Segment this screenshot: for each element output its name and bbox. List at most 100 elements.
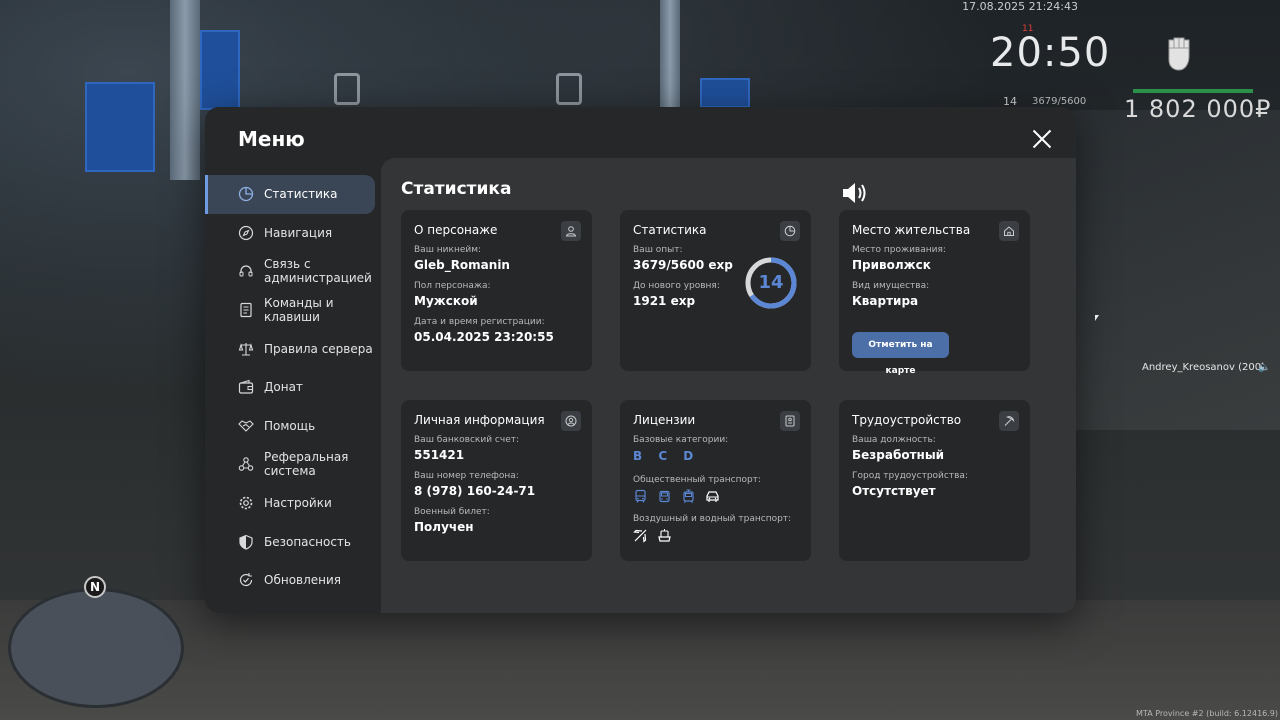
sidebar-item-label: Настройки	[264, 496, 332, 511]
field-label: Город трудоустройства:	[852, 471, 968, 481]
job-position-value: Безработный	[852, 448, 945, 462]
card-title: О персонаже	[414, 223, 498, 237]
pie-chart-icon	[780, 221, 800, 241]
card-title: Лицензии	[633, 413, 696, 427]
level-value: 14	[758, 272, 784, 293]
field-label: Пол персонажа:	[414, 281, 491, 291]
voice-icon: 🔈	[1258, 362, 1271, 373]
build-info: MTA Province #2 (build: 6.12416.9)	[1136, 709, 1278, 718]
pickaxe-icon	[999, 411, 1019, 431]
main-menu: Меню Статистика Навигация Связь с админи…	[205, 107, 1076, 613]
air-water-transport-icons	[633, 528, 798, 543]
sidebar-item-security[interactable]: Безопасность	[205, 522, 381, 561]
station-sign	[200, 30, 240, 110]
hud-exp: 3679/5600	[1032, 96, 1087, 107]
hud-money: 1 802 000₽	[1124, 95, 1272, 123]
sidebar-item-referral[interactable]: Реферальная система	[205, 445, 381, 484]
scales-icon	[238, 341, 254, 357]
hud-health-bar	[1133, 89, 1253, 93]
card-stats: Статистика Ваш опыт: 3679/5600 exp До но…	[620, 210, 811, 371]
field-label: Ваш номер телефона:	[414, 471, 519, 481]
speaker-icon[interactable]	[841, 180, 871, 206]
field-label: Ваша должность:	[852, 435, 936, 445]
bank-account-value: 551421	[414, 448, 465, 462]
field-label: Дата и время регистрации:	[414, 317, 545, 327]
sidebar-item-settings[interactable]: Настройки	[205, 484, 381, 523]
sidebar-item-commands[interactable]: Команды и клавиши	[205, 291, 381, 330]
sidebar-item-label: Статистика	[264, 187, 338, 202]
sidebar-item-admin-contact[interactable]: Связь с администрацией	[205, 252, 381, 291]
registration-value: 05.04.2025 23:20:55	[414, 330, 554, 344]
sidebar-item-rules[interactable]: Правила сервера	[205, 329, 381, 368]
license-categories: B C D	[633, 449, 700, 463]
sex-value: Мужской	[414, 294, 478, 308]
minimap-north: N	[84, 576, 106, 598]
military-id-value: Получен	[414, 520, 474, 534]
minimap	[8, 588, 184, 708]
sidebar-item-label: Навигация	[264, 225, 333, 240]
user-icon	[561, 221, 581, 241]
card-personal: Личная информация Ваш банковский счет: 5…	[401, 400, 592, 561]
home-icon	[999, 221, 1019, 241]
card-title: Статистика	[633, 223, 707, 237]
boat-icon	[657, 528, 672, 543]
road	[1070, 110, 1280, 430]
sidebar-item-updates[interactable]: Обновления	[205, 561, 381, 600]
sidebar-item-label: Реферальная система	[264, 450, 349, 479]
sidebar-item-statistics[interactable]: Статистика	[205, 175, 375, 214]
card-residence: Место жительства Место проживания: Приво…	[839, 210, 1030, 376]
mark-on-map-button[interactable]: Отметить на карте	[852, 332, 949, 376]
sidebar-item-label: Помощь	[264, 418, 316, 433]
wallet-icon	[238, 379, 254, 395]
close-icon[interactable]	[1032, 129, 1052, 149]
sidebar-item-label: Правила сервера	[264, 341, 373, 356]
field-label: Общественный транспорт:	[633, 475, 761, 485]
sidebar-item-label: Донат	[264, 380, 303, 395]
card-job: Трудоустройство Ваша должность: Безработ…	[839, 400, 1030, 561]
pie-chart-icon	[238, 186, 254, 202]
sidebar: Статистика Навигация Связь с администрац…	[205, 175, 381, 600]
ground	[0, 600, 1280, 720]
job-city-value: Отсутствует	[852, 484, 936, 498]
card-title: Личная информация	[414, 413, 545, 427]
player-nametag: Andrey_Kreosanov (200)	[1142, 362, 1265, 373]
content-title: Статистика	[401, 179, 512, 199]
property-type-value: Квартира	[852, 294, 919, 308]
fist-icon	[1168, 37, 1190, 71]
field-label: Базовые категории:	[633, 435, 729, 445]
sidebar-item-label: Команды и клавиши	[264, 296, 334, 325]
handshake-icon	[238, 418, 254, 434]
residence-value: Приволжск	[852, 258, 931, 272]
nickname-value: Gleb_Romanin	[414, 258, 510, 272]
sidebar-item-navigation[interactable]: Навигация	[205, 214, 381, 253]
shield-icon	[238, 534, 254, 550]
field-label: Ваш опыт:	[633, 245, 683, 255]
field-label: Место проживания:	[852, 245, 946, 255]
menu-title: Меню	[238, 127, 305, 151]
card-title: Трудоустройство	[852, 413, 962, 427]
user-circle-icon	[561, 411, 581, 431]
hud-clock: 20:50	[990, 30, 1111, 76]
station-sign	[85, 82, 155, 172]
license-icon	[780, 411, 800, 431]
station-sign	[700, 78, 750, 108]
trolleybus-icon	[657, 489, 672, 504]
station-pillar	[170, 0, 200, 180]
sidebar-item-help[interactable]: Помощь	[205, 407, 381, 446]
fuel-pump-icon	[556, 73, 582, 105]
airplane-icon	[633, 528, 648, 543]
compass-icon	[238, 225, 254, 241]
tram-icon	[681, 489, 696, 504]
card-character: О персонаже Ваш никнейм: Gleb_Romanin По…	[401, 210, 592, 371]
field-label: Военный билет:	[414, 507, 490, 517]
field-label: Вид имущества:	[852, 281, 930, 291]
field-label: Воздушный и водный транспорт:	[633, 514, 792, 524]
sidebar-item-donate[interactable]: Донат	[205, 368, 381, 407]
content-panel: Статистика О персонаже Ваш никнейм: Gleb…	[381, 158, 1076, 613]
field-label: Ваш банковский счет:	[414, 435, 520, 445]
headset-icon	[238, 263, 254, 279]
taxi-icon	[705, 489, 720, 504]
sidebar-item-label: Связь с администрацией	[264, 257, 372, 286]
fuel-pump-icon	[334, 73, 360, 105]
mouse-cursor	[1095, 315, 1099, 321]
